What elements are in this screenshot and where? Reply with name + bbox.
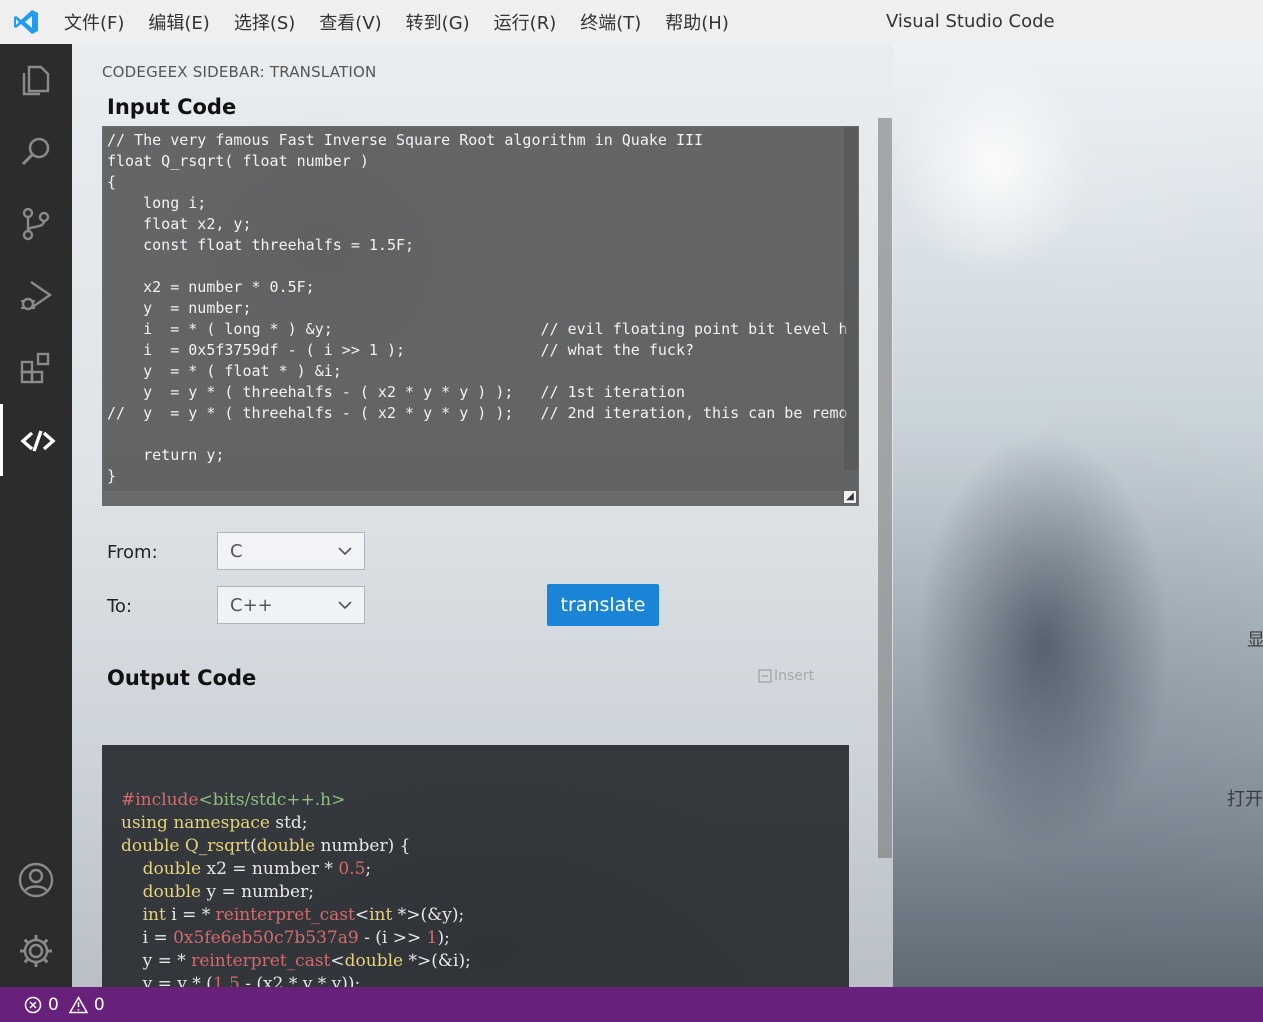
code-line: i = 0x5fe6eb50c7b537a9 - (i >> 1); <box>121 928 450 948</box>
from-label: From: <box>107 542 158 563</box>
code-line: double Q_rsqrt(double number) { <box>121 836 411 856</box>
menu-go[interactable]: 转到(G) <box>406 9 470 35</box>
title-bar: 文件(F) 编辑(E) 选择(S) 查看(V) 转到(G) 运行(R) 终端(T… <box>0 0 1263 44</box>
chevron-down-icon <box>338 600 352 609</box>
input-code-line <box>107 256 847 277</box>
search-icon[interactable] <box>0 116 72 188</box>
input-code-heading: Input Code <box>107 95 237 119</box>
output-code-heading: Output Code <box>107 666 257 690</box>
code-line: using namespace std; <box>121 813 308 833</box>
error-icon <box>24 996 42 1013</box>
editor-partial-text: 打开 <box>1227 789 1263 810</box>
input-code-line: { <box>107 173 117 191</box>
run-debug-icon[interactable] <box>0 260 72 332</box>
input-horizontal-scrollbar[interactable] <box>103 491 843 505</box>
to-language-select[interactable]: C++ <box>217 586 365 624</box>
output-code-block: #include<bits/stdc++.h> using namespace s… <box>102 745 849 987</box>
menu-run[interactable]: 运行(R) <box>494 9 557 35</box>
code-line: y = * reinterpret_cast<double *>(&i); <box>121 951 471 971</box>
menu-file[interactable]: 文件(F) <box>64 9 124 35</box>
input-code-line: y = * ( float * ) &i; <box>107 362 342 380</box>
to-label: To: <box>107 596 133 617</box>
gear-icon[interactable] <box>0 915 72 987</box>
window-title: Visual Studio Code <box>886 11 1055 32</box>
extensions-icon[interactable] <box>0 332 72 404</box>
sidebar-title: CODEGEEX SIDEBAR: TRANSLATION <box>102 63 377 81</box>
input-code-line: float Q_rsqrt( float number ) <box>107 152 369 170</box>
error-count: 0 <box>48 994 59 1015</box>
input-code-line: y = number; <box>107 299 252 317</box>
translate-button[interactable]: translate <box>547 584 659 626</box>
to-language-value: C++ <box>230 594 273 616</box>
vscode-logo-icon <box>0 0 52 44</box>
from-language-select[interactable]: C <box>217 532 365 570</box>
input-code-line: } <box>107 467 117 485</box>
editor-area: 显 打开 <box>893 44 1263 987</box>
code-line: double y = number; <box>142 882 314 902</box>
warning-icon <box>68 995 88 1013</box>
code-line: y = y * (1.5 - (x2 * y * y)); <box>121 974 361 987</box>
sidebar-scrollbar[interactable] <box>878 118 892 858</box>
code-line: double x2 = number * 0.5; <box>142 859 372 879</box>
input-code-line: y = y * ( threehalfs - ( x2 * y * y ) );… <box>107 383 685 401</box>
code-line: #include<bits/stdc++.h> <box>121 790 346 810</box>
insert-icon <box>758 669 772 683</box>
resize-handle-icon[interactable]: ◢ <box>844 491 856 503</box>
output-code-content: #include<bits/stdc++.h> using namespace s… <box>102 745 849 987</box>
menu-edit[interactable]: 编辑(E) <box>148 9 209 35</box>
input-code-line: // The very famous Fast Inverse Square R… <box>107 131 704 149</box>
codegeex-sidebar: CODEGEEX SIDEBAR: TRANSLATION Input Code… <box>72 44 893 987</box>
menu-selection[interactable]: 选择(S) <box>234 9 295 35</box>
chevron-down-icon <box>338 546 352 555</box>
menu-bar: 文件(F) 编辑(E) 选择(S) 查看(V) 转到(G) 运行(R) 终端(T… <box>64 9 753 35</box>
insert-label: Insert <box>774 668 815 684</box>
input-code-line: float x2, y; <box>107 215 252 233</box>
input-scrollbar[interactable] <box>844 127 858 470</box>
account-icon[interactable] <box>0 844 72 916</box>
input-code-line: long i; <box>107 194 207 212</box>
input-code-textarea[interactable]: // The very famous Fast Inverse Square R… <box>102 126 859 506</box>
codegeex-icon[interactable] <box>0 404 72 476</box>
input-code-line: // y = y * ( threehalfs - ( x2 * y * y )… <box>107 404 847 422</box>
menu-terminal[interactable]: 终端(T) <box>580 9 641 35</box>
input-code-line: i = * ( long * ) &y; // evil floating po… <box>107 320 847 338</box>
warnings-indicator[interactable]: 0 <box>68 994 105 1015</box>
menu-help[interactable]: 帮助(H) <box>665 9 729 35</box>
activity-bar <box>0 44 72 987</box>
input-code-line: return y; <box>107 446 225 464</box>
code-line: int i = * reinterpret_cast<int *>(&y); <box>142 905 465 925</box>
input-code-line: i = 0x5f3759df - ( i >> 1 ); // what the… <box>107 341 694 359</box>
input-code-line: x2 = number * 0.5F; <box>107 278 315 296</box>
from-language-value: C <box>230 540 243 562</box>
insert-button[interactable]: Insert <box>758 668 814 684</box>
problems-indicator[interactable]: 0 <box>24 995 59 1015</box>
input-code-line <box>107 424 847 445</box>
editor-partial-text: 显 <box>1247 630 1263 651</box>
input-code-line: const float threehalfs = 1.5F; <box>107 236 415 254</box>
source-control-icon[interactable] <box>0 188 72 260</box>
status-bar: 0 0 <box>0 987 1263 1022</box>
input-code-content[interactable]: // The very famous Fast Inverse Square R… <box>103 127 858 487</box>
warning-count: 0 <box>93 994 105 1015</box>
menu-view[interactable]: 查看(V) <box>319 9 381 35</box>
files-icon[interactable] <box>0 44 72 116</box>
